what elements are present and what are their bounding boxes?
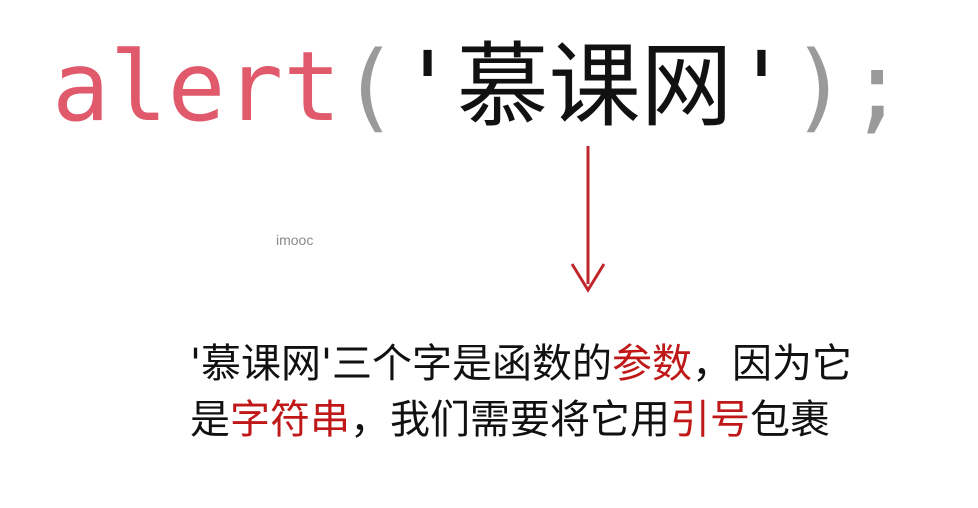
close-paren: ) [790,31,849,143]
caption-line-2: 是字符串，我们需要将它用引号包裹 [190,392,950,448]
caption-text: 是 [190,397,230,443]
open-paren: ( [340,31,399,143]
caption-text: ，因为它 [692,341,852,387]
explanation-caption: '慕课网'三个字是函数的参数，因为它 是字符串，我们需要将它用引号包裹 [190,336,950,448]
caption-text: 包裹 [750,397,830,443]
string-argument: 慕课网 [456,33,733,140]
caption-text: ，我们需要将它用 [350,397,670,443]
imooc-watermark: imooc [276,232,314,248]
caption-highlight-quotes: 引号 [670,397,750,443]
caption-text: '慕课网'三个字是函数的 [190,341,612,387]
code-line: alert('慕课网'); [52,22,906,152]
function-name: alert [52,31,341,143]
semicolon: ; [848,31,906,143]
caption-line-1: '慕课网'三个字是函数的参数，因为它 [190,336,950,392]
close-quote: ' [732,31,791,143]
caption-highlight-parameter: 参数 [612,341,692,387]
caption-highlight-string: 字符串 [230,397,350,443]
down-arrow-icon [570,146,606,293]
open-quote: ' [398,31,457,143]
